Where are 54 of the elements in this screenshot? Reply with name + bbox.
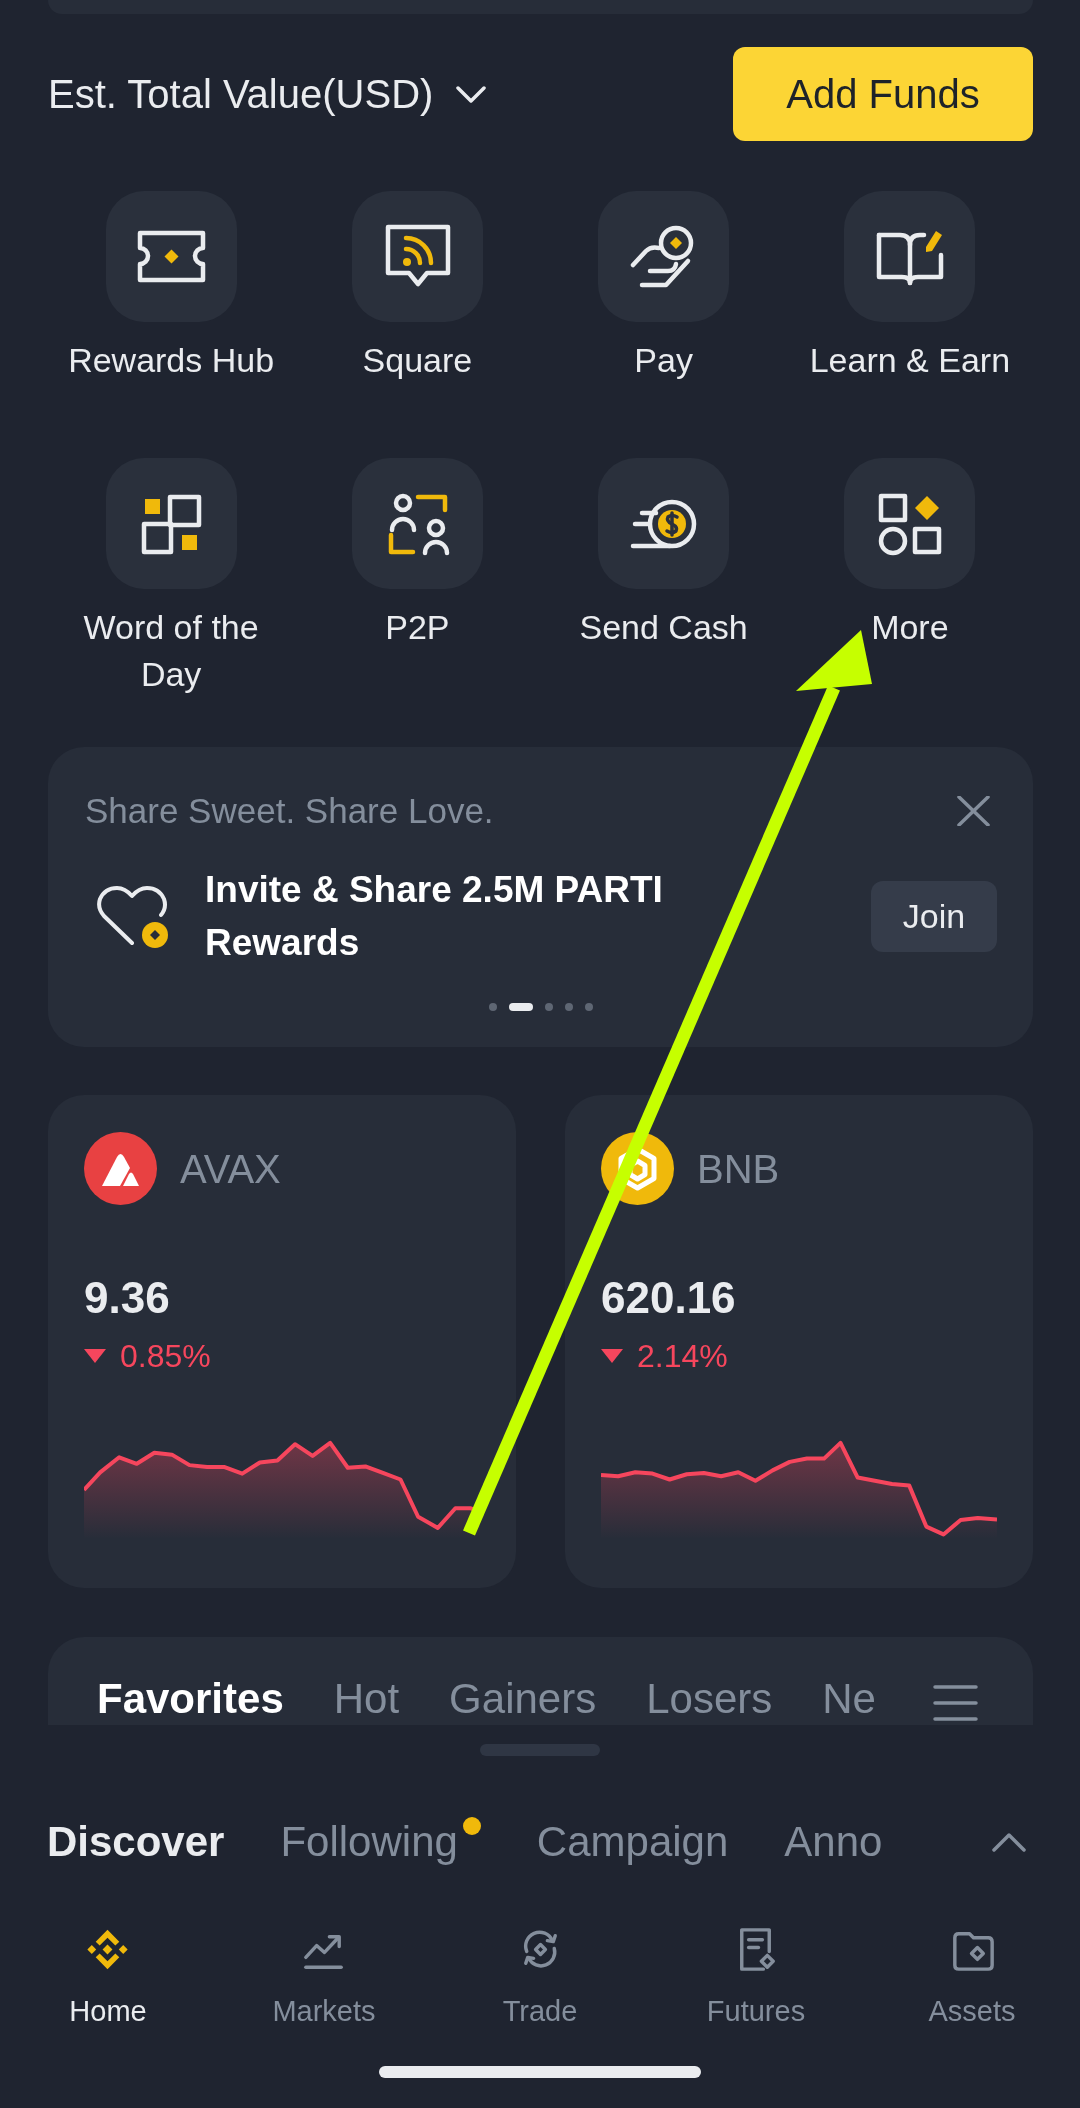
shortcut-button[interactable]: Square — [351, 191, 483, 384]
feed-tab[interactable]: Campaign — [536, 1817, 729, 1867]
banner-title: Invite & Share 2.5M PARTI Rewards — [205, 868, 664, 965]
ticket-icon — [105, 191, 237, 322]
nav-tab[interactable]: Home — [69, 1922, 147, 2029]
shapes-icon — [844, 458, 976, 589]
total-value-dropdown[interactable]: Est. Total Value(USD) — [48, 70, 487, 118]
coin-symbol: BNB — [697, 1145, 780, 1193]
nav-tab[interactable]: Trade — [502, 1922, 578, 2029]
feed-tab[interactable]: Discover — [47, 1817, 225, 1867]
shortcut-button[interactable]: P2P — [351, 458, 483, 651]
shortcut-button[interactable]: Pay — [598, 191, 730, 384]
page-dot[interactable] — [545, 1003, 553, 1011]
close-button[interactable] — [957, 796, 990, 826]
coin-symbol: AVAX — [180, 1145, 281, 1193]
coin-price: 620.16 — [601, 1272, 736, 1324]
nav-tab[interactable]: Assets — [928, 1922, 1016, 2029]
coin-price: 9.36 — [84, 1272, 170, 1324]
menu-icon[interactable] — [933, 1685, 978, 1721]
shortcut-button[interactable]: Word of the Day — [60, 458, 283, 698]
join-button[interactable]: Join — [871, 880, 997, 952]
page-dot[interactable] — [585, 1003, 593, 1011]
market-tab[interactable]: Ne — [822, 1677, 876, 1721]
shortcut-button[interactable]: Learn & Earn — [809, 191, 1011, 384]
coin-logo-icon — [601, 1132, 674, 1205]
shortcut-button[interactable]: Rewards Hub — [68, 191, 275, 384]
chevron-down-icon — [456, 85, 487, 103]
page-dot[interactable] — [489, 1003, 497, 1011]
squares-icon — [105, 458, 237, 589]
feed-tab[interactable]: Anno — [784, 1817, 883, 1867]
nav-tab[interactable]: Markets — [272, 1922, 376, 2029]
market-tab[interactable]: Hot — [333, 1677, 400, 1721]
add-funds-button[interactable]: Add Funds — [733, 47, 1033, 141]
chevron-up-icon[interactable] — [992, 1832, 1026, 1852]
shortcut-button[interactable]: Send Cash — [579, 458, 748, 651]
hand-coin-icon — [598, 191, 730, 322]
coin-card[interactable]: AVAX 9.36 0.85% — [48, 1095, 516, 1588]
coin-card[interactable]: BNB 620.16 2.14% — [565, 1095, 1033, 1588]
book-pencil-icon — [844, 191, 976, 322]
coin-logo-icon — [84, 1132, 157, 1205]
shortcut-button[interactable]: More — [844, 458, 976, 651]
market-tab[interactable]: Gainers — [449, 1677, 597, 1721]
close-icon — [957, 796, 990, 826]
dollar-coin-icon — [598, 458, 730, 589]
banner-subtitle: Share Sweet. Share Love. — [85, 790, 494, 832]
people-icon — [351, 458, 483, 589]
page-dot[interactable] — [565, 1003, 573, 1011]
price-change: 0.85% — [120, 1337, 211, 1376]
nav-tab[interactable]: Futures — [706, 1922, 806, 2029]
speech-bubble-icon — [351, 191, 483, 322]
feed-tab[interactable]: Following — [280, 1817, 481, 1867]
market-tab[interactable]: Losers — [646, 1677, 773, 1721]
market-tab[interactable]: Favorites — [97, 1677, 284, 1721]
price-change: 2.14% — [637, 1337, 728, 1376]
